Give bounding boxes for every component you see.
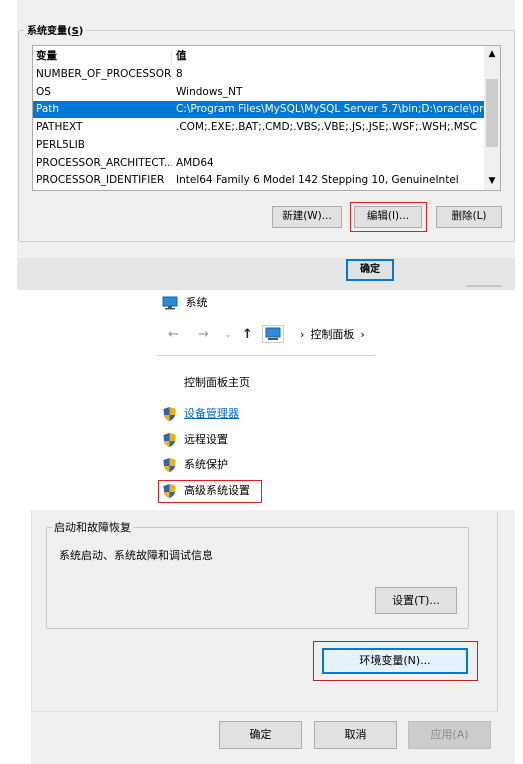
table-row[interactable]: PROCESSOR_ARCHITECT... AMD64	[33, 155, 486, 172]
system-variables-group-label: 系统变量(S)	[24, 22, 87, 37]
dialog-button-strip	[17, 258, 515, 290]
table-scrollbar[interactable]: ▲ ▼	[484, 46, 500, 190]
scroll-thumb[interactable]	[486, 79, 498, 147]
back-arrow-icon[interactable]: ←	[168, 327, 179, 342]
system-title-text: 系统	[185, 296, 208, 309]
table-row[interactable]: PERL5LIB	[33, 137, 486, 154]
variable-name-cell: NUMBER_OF_PROCESSORS	[36, 68, 172, 80]
variable-name-cell: OS	[36, 85, 51, 98]
ok-button[interactable]: 确定	[219, 721, 302, 749]
variable-value-cell: .COM;.EXE;.BAT;.CMD;.VBS;.VBE;.JS;.JSE;.…	[176, 121, 477, 134]
variable-value-cell: Windows_NT	[176, 85, 243, 98]
variable-value-cell: Intel64 Family 6 Model 142 Stepping 10, …	[176, 174, 459, 187]
advanced-settings-highlight	[158, 480, 262, 503]
breadcrumb-root-icon[interactable]	[262, 325, 284, 343]
panel-left-edge	[31, 510, 32, 710]
variable-name-cell: PROCESSOR_ARCHITECT...	[36, 156, 172, 169]
table-row[interactable]: PATHEXT .COM;.EXE;.BAT;.CMD;.VBS;.VBE;.JS…	[33, 119, 486, 136]
breadcrumb-control-panel[interactable]: 控制面板	[310, 328, 354, 341]
group-label-text: 系统变量	[27, 26, 67, 37]
scroll-up-icon[interactable]: ▲	[484, 46, 500, 63]
column-divider[interactable]	[171, 50, 172, 63]
control-panel-home-link[interactable]: 控制面板主页	[184, 374, 250, 390]
table-row[interactable]: PROCESSOR_IDENTIFIER Intel64 Family 6 Mod…	[33, 172, 486, 189]
system-window-title: 系统	[162, 294, 208, 310]
remote-settings-label[interactable]: 远程设置	[184, 431, 228, 449]
table-row[interactable]: Path C:\Program Files\MySQL\MySQL Server …	[33, 101, 486, 119]
variable-name-cell: PERL5LIB	[36, 138, 85, 151]
scroll-down-icon[interactable]: ▼	[484, 173, 500, 190]
variables-ok-button[interactable]: 确定	[346, 259, 394, 281]
system-variables-table[interactable]: 变量 值 NUMBER_OF_PROCESSORS 8 OS Windows_NT Pa…	[32, 45, 501, 191]
variable-value-cell: C:\Program Files\MySQL\MySQL Server 5.7\…	[176, 103, 484, 116]
recent-chevron-down-icon[interactable]: ⌄	[224, 330, 232, 340]
variable-value-cell: 8	[176, 68, 183, 80]
monitor-icon	[162, 296, 178, 310]
breadcrumb[interactable]: › 控制面板 ›	[300, 326, 365, 342]
cancel-button[interactable]: 取消	[314, 721, 397, 749]
table-header: 变量 值	[33, 48, 486, 65]
computer-icon	[265, 327, 281, 340]
system-protection-label[interactable]: 系统保护	[184, 456, 228, 474]
variable-name-cell: Path	[36, 103, 60, 116]
shield-icon	[163, 458, 176, 472]
panel-right-edge	[497, 512, 498, 712]
variable-value-cell: AMD64	[176, 156, 214, 169]
new-variable-button[interactable]: 新建(W)...	[272, 206, 342, 228]
forward-arrow-icon[interactable]: →	[198, 327, 209, 342]
startup-recovery-description: 系统启动、系统故障和调试信息	[59, 549, 213, 562]
table-row[interactable]: OS Windows_NT	[33, 84, 486, 101]
environment-variables-highlight	[313, 641, 478, 681]
up-arrow-icon[interactable]: ↑	[242, 327, 253, 342]
shield-icon	[163, 433, 176, 447]
startup-settings-button[interactable]: 设置(T)...	[375, 587, 457, 614]
column-header-variable[interactable]: 变量	[36, 48, 172, 65]
group-label-accel: S	[71, 26, 79, 37]
shield-icon	[163, 407, 176, 421]
delete-variable-button[interactable]: 删除(L)	[436, 206, 502, 228]
edit-button-highlight	[350, 202, 427, 232]
column-header-value[interactable]: 值	[176, 48, 484, 65]
breadcrumb-separator-icon: ›	[360, 328, 365, 341]
apply-button[interactable]: 应用(A)	[408, 721, 491, 749]
device-manager-link[interactable]: 设备管理器	[184, 405, 239, 423]
nav-divider	[157, 355, 375, 356]
startup-recovery-group-label: 启动和故障恢复	[52, 519, 133, 535]
variable-name-cell: PATHEXT	[36, 121, 83, 134]
strip-divider	[466, 285, 502, 287]
breadcrumb-separator-icon: ›	[300, 328, 305, 341]
variable-name-cell: PROCESSOR_IDENTIFIER	[36, 174, 165, 187]
table-row[interactable]: NUMBER_OF_PROCESSORS 8	[33, 66, 486, 83]
